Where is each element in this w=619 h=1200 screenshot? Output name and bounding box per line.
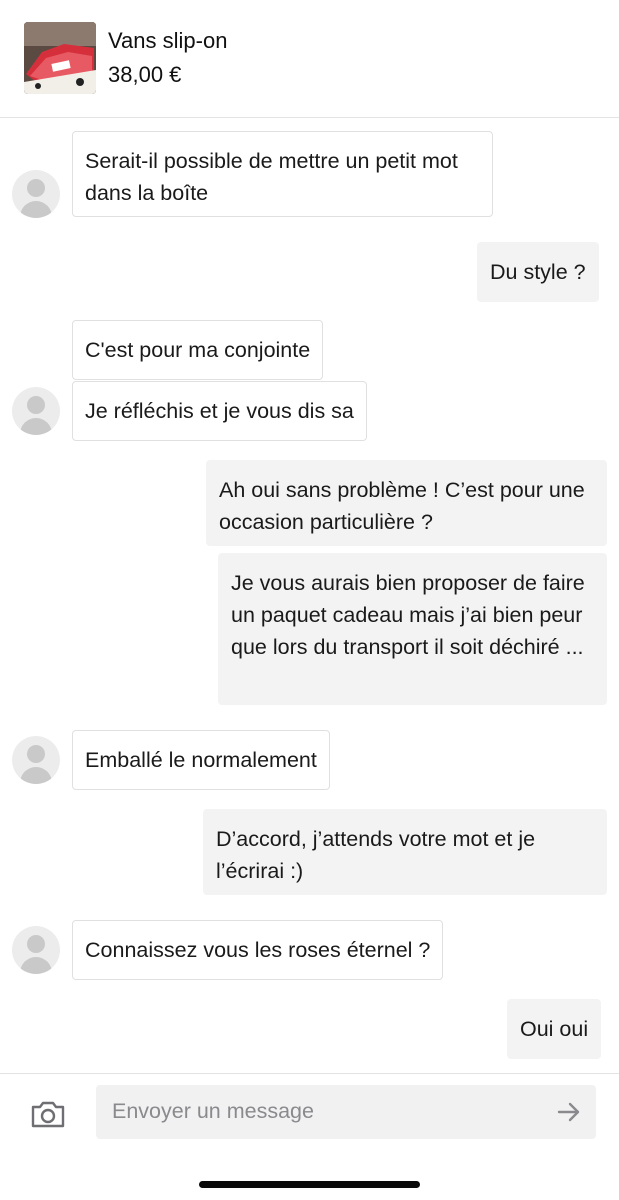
message-bubble-incoming: Connaissez vous les roses éternel ? [72, 920, 444, 980]
avatar[interactable] [12, 387, 60, 435]
home-indicator [199, 1181, 420, 1188]
avatar[interactable] [12, 736, 60, 784]
message-bubble-incoming: Emballé le normalement [72, 730, 330, 790]
message-text: Serait-il possible de mettre un petit mo… [85, 149, 458, 205]
message-bubble-outgoing: Je vous aurais bien proposer de faire un… [218, 553, 607, 705]
message-input-placeholder: Envoyer un message [112, 1099, 314, 1123]
message-text: Ah oui sans problème ! C’est pour une oc… [219, 478, 585, 534]
product-title: Vans slip-on [108, 28, 228, 53]
message-bubble-incoming: Serait-il possible de mettre un petit mo… [72, 131, 493, 217]
message-bubble-outgoing: Ah oui sans problème ! C’est pour une oc… [206, 460, 607, 546]
message-bubble-outgoing: Du style ? [477, 242, 599, 302]
avatar[interactable] [12, 926, 60, 974]
message-text: Du style ? [490, 260, 586, 284]
message-bubble-outgoing: D’accord, j’attends votre mot et je l’éc… [203, 809, 607, 895]
message-bubble-outgoing: Oui oui [507, 999, 602, 1059]
product-thumbnail[interactable] [24, 22, 96, 94]
message-text: C'est pour ma conjointe [85, 338, 311, 362]
message-input[interactable]: Envoyer un message [96, 1085, 596, 1139]
avatar[interactable] [12, 170, 60, 218]
product-price: 38,00 € [108, 62, 182, 87]
message-bubble-incoming: C'est pour ma conjointe [72, 320, 324, 380]
message-bubble-incoming: Je réfléchis et je vous dis sa [72, 381, 367, 441]
camera-icon[interactable] [28, 1094, 68, 1134]
message-text: Je réfléchis et je vous dis sa [85, 399, 354, 423]
message-text: Connaissez vous les roses éternel ? [85, 938, 431, 962]
message-list[interactable]: Serait-il possible de mettre un petit mo… [0, 118, 619, 1074]
message-text: Emballé le normalement [85, 748, 317, 772]
message-text: Je vous aurais bien proposer de faire un… [231, 571, 585, 659]
message-text: Oui oui [520, 1017, 589, 1041]
message-text: D’accord, j’attends votre mot et je l’éc… [216, 827, 536, 883]
arrow-right-icon[interactable] [556, 1099, 582, 1125]
chat-header: Vans slip-on 38,00 € [0, 0, 619, 118]
